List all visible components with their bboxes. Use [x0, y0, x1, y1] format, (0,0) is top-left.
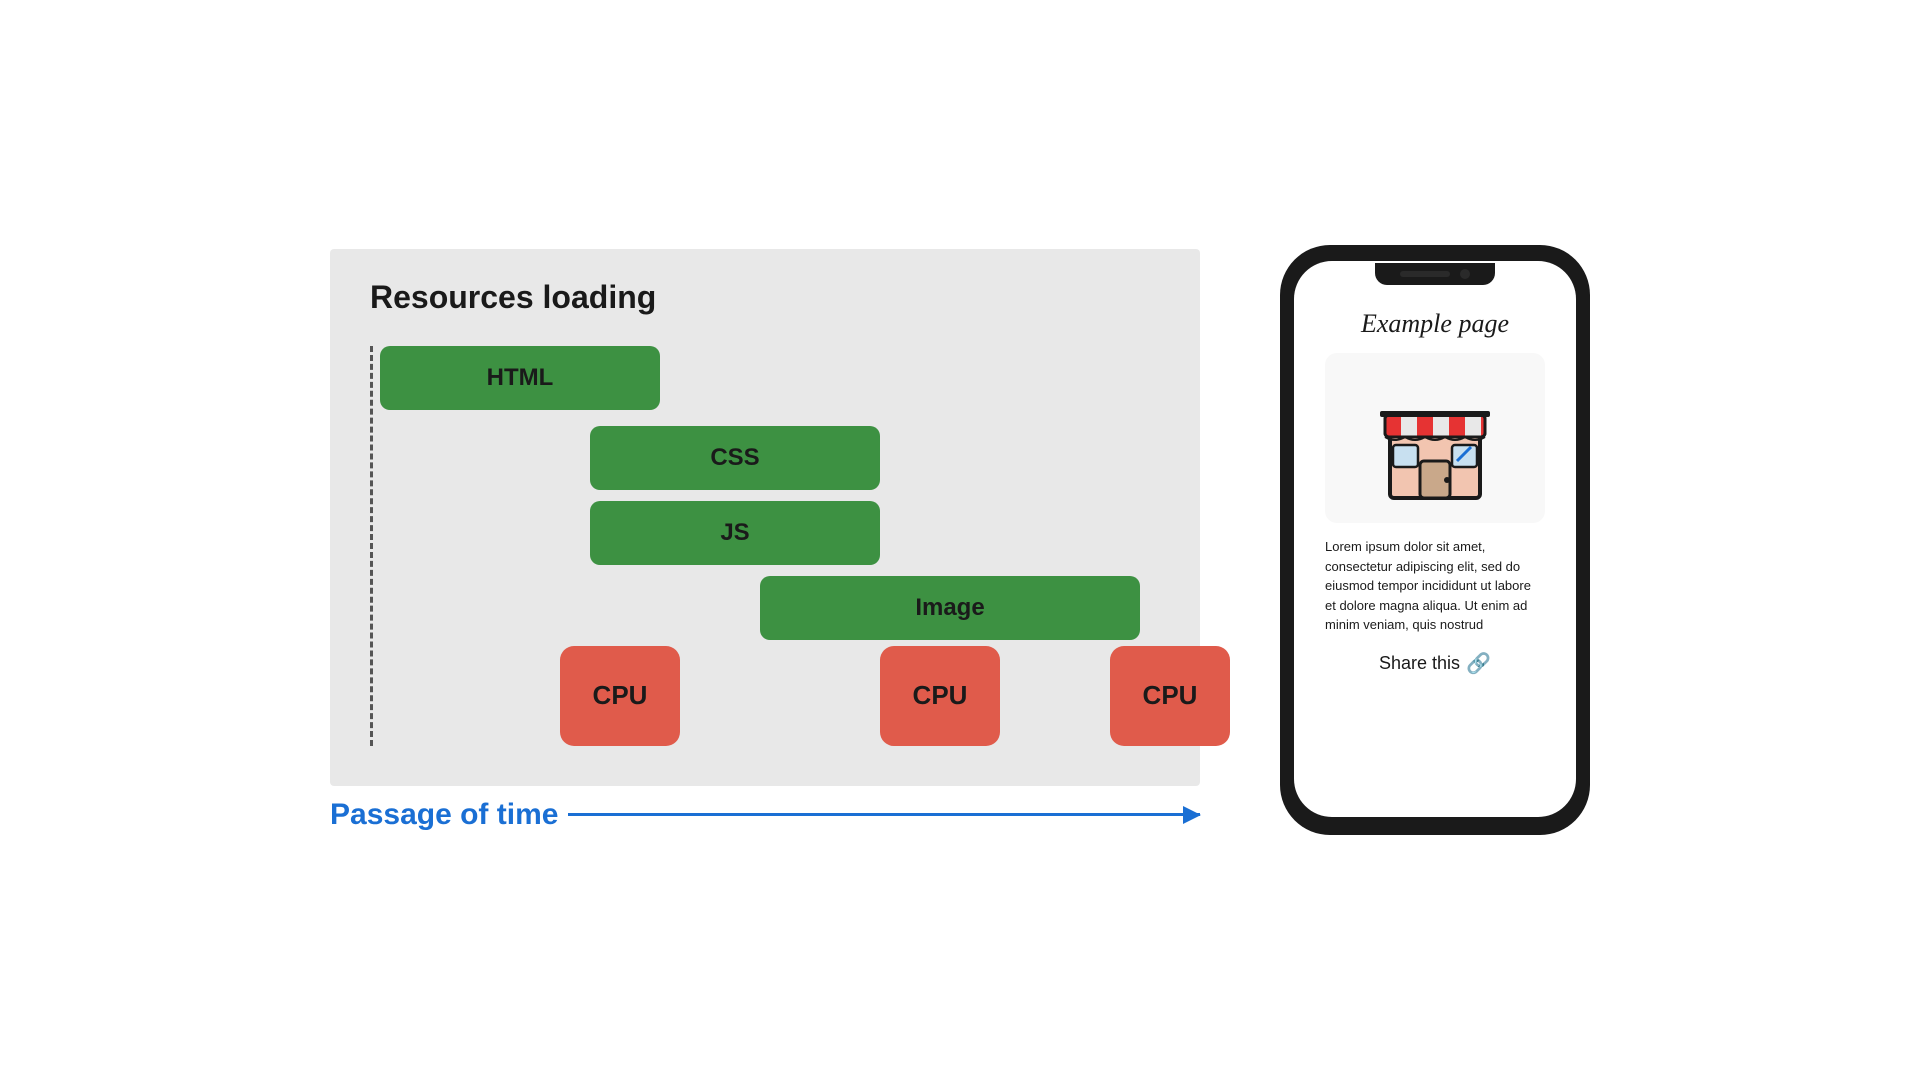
phone-section: Example page — [1280, 245, 1590, 835]
cpu-label-2: CPU — [913, 680, 968, 711]
time-label: Passage of time — [330, 798, 558, 832]
cpu-box-3: CPU — [1110, 646, 1230, 746]
phone-notch — [1375, 263, 1495, 285]
share-button[interactable]: Share this 🔗 — [1379, 651, 1491, 676]
html-bar: HTML — [380, 346, 660, 410]
link-icon: 🔗 — [1466, 651, 1491, 676]
diagram-section: Resources loading HTML CSS JS Image — [330, 249, 1200, 832]
notch-speaker — [1400, 271, 1450, 277]
js-bar: JS — [590, 501, 880, 565]
html-label: HTML — [487, 364, 554, 392]
cpu-label-1: CPU — [593, 680, 648, 711]
resources-area: HTML CSS JS Image CPU CPU — [370, 346, 1160, 746]
phone-image-card — [1325, 353, 1545, 523]
phone-lorem-text: Lorem ipsum dolor sit amet, consectetur … — [1325, 537, 1545, 635]
share-label: Share this — [1379, 653, 1460, 674]
diagram-box: Resources loading HTML CSS JS Image — [330, 249, 1200, 786]
phone-screen: Example page — [1294, 261, 1576, 817]
diagram-title: Resources loading — [370, 279, 1160, 316]
css-label: CSS — [710, 444, 759, 472]
notch-camera — [1460, 269, 1470, 279]
image-label: Image — [915, 594, 984, 622]
time-arrow — [568, 813, 1200, 816]
cpu-box-2: CPU — [880, 646, 1000, 746]
js-label: JS — [720, 519, 749, 547]
phone-outer: Example page — [1280, 245, 1590, 835]
cpu-label-3: CPU — [1143, 680, 1198, 711]
phone-page-title: Example page — [1361, 309, 1509, 339]
cpu-box-1: CPU — [560, 646, 680, 746]
store-icon — [1375, 373, 1495, 503]
main-container: Resources loading HTML CSS JS Image — [0, 0, 1920, 1080]
vertical-dashed-line — [370, 346, 373, 746]
time-axis: Passage of time — [330, 798, 1200, 832]
css-bar: CSS — [590, 426, 880, 490]
image-bar: Image — [760, 576, 1140, 640]
